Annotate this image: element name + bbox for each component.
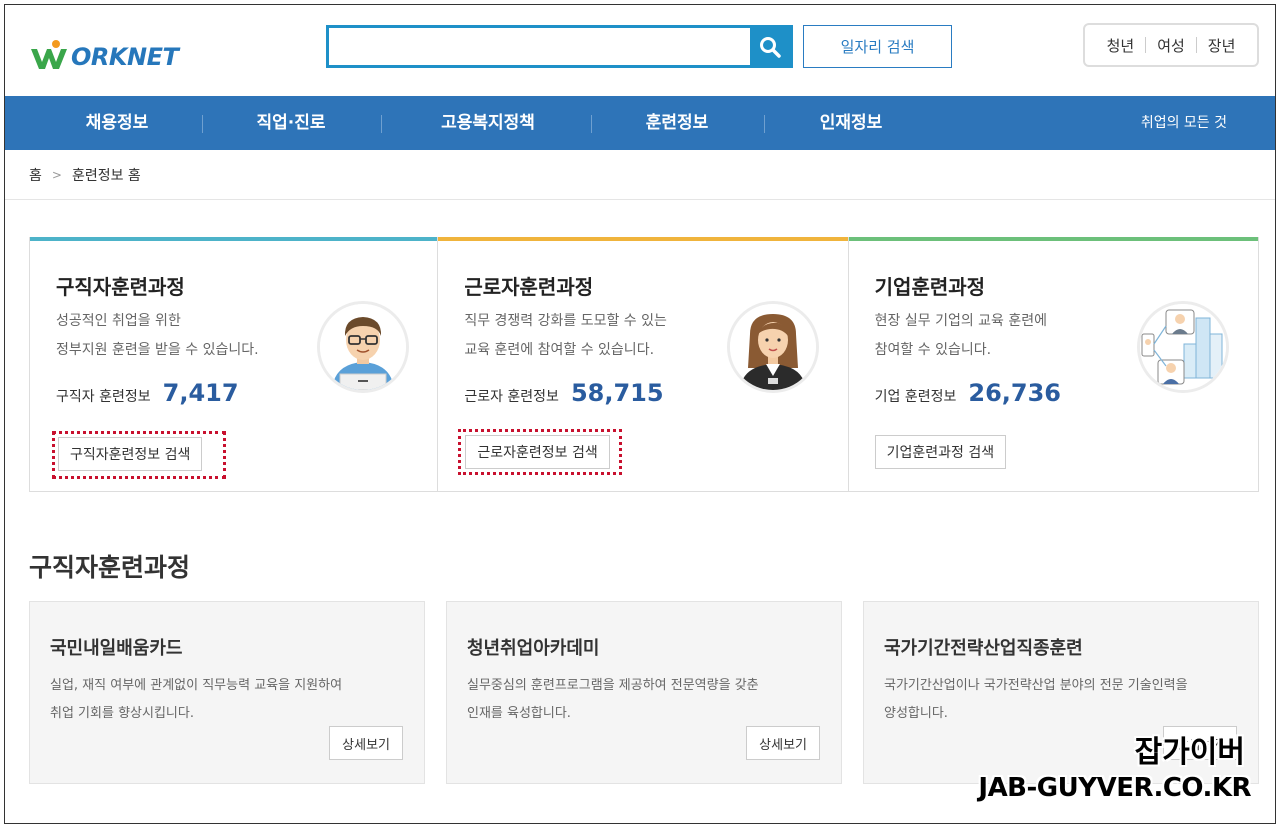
breadcrumb-current: 훈련정보 홈 <box>71 168 141 184</box>
logo-w-icon <box>29 39 69 71</box>
count-label: 구직자 훈련정보 <box>56 389 151 405</box>
page-frame: ORKNET 일자리 검색 청년 여성 장년 채용정보 직업·진로 고용복지정책… <box>4 4 1276 824</box>
job-seeker-avatar <box>317 301 409 393</box>
worknet-logo[interactable]: ORKNET <box>29 31 179 71</box>
count-label: 근로자 훈련정보 <box>464 389 559 405</box>
divider <box>5 199 1275 200</box>
card-description: 직무 경쟁력 강화를 도모할 수 있는 교육 훈련에 참여할 수 있습니다. <box>464 307 764 365</box>
breadcrumb-home[interactable]: 홈 <box>29 165 42 185</box>
quick-link-senior[interactable]: 장년 <box>1208 35 1236 56</box>
card-desc-line: 성공적인 취업을 위한 <box>56 313 181 329</box>
card-count: 근로자 훈련정보 58,715 <box>464 379 663 407</box>
quick-link-women[interactable]: 여성 <box>1157 35 1185 56</box>
nav-divider <box>202 115 203 133</box>
card-description: 성공적인 취업을 위한 정부지원 훈련을 받을 수 있습니다. <box>56 307 316 365</box>
quick-link-youth[interactable]: 청년 <box>1107 35 1135 56</box>
count-label: 기업 훈련정보 <box>874 389 957 405</box>
details-button[interactable]: 상세보기 <box>329 726 403 760</box>
job-seeker-search-button[interactable]: 구직자훈련정보 검색 <box>58 437 203 471</box>
card-accent-bar <box>438 237 848 241</box>
program-desc-line: 양성합니다. <box>884 706 948 721</box>
program-desc-line: 실무중심의 훈련프로그램을 제공하여 전문역량을 갖춘 <box>467 678 759 693</box>
count-value: 58,715 <box>570 379 664 407</box>
company-avatar <box>1136 301 1229 393</box>
card-accent-bar <box>30 237 438 241</box>
card-desc-line: 정부지원 훈련을 받을 수 있습니다. <box>56 342 259 358</box>
search-input[interactable] <box>329 28 750 65</box>
card-title: 기업훈련과정 <box>874 275 986 299</box>
search-icon <box>760 36 781 58</box>
nav-item-jobs[interactable]: 채용정보 <box>57 96 177 150</box>
program-title: 청년취업아카데미 <box>467 638 600 659</box>
program-description: 실무중심의 훈련프로그램을 제공하여 전문역량을 갖춘 인재를 육성합니다. <box>467 672 827 728</box>
watermark-brand: 잡가이버 <box>1134 735 1245 770</box>
company-search-button[interactable]: 기업훈련과정 검색 <box>874 435 1007 469</box>
card-desc-line: 참여할 수 있습니다. <box>874 342 992 358</box>
search-button[interactable] <box>750 28 790 65</box>
card-count: 구직자 훈련정보 7,417 <box>56 379 239 407</box>
card-desc-line: 현장 실무 기업의 교육 훈련에 <box>874 313 1048 329</box>
details-button[interactable]: 상세보기 <box>746 726 820 760</box>
nav-item-welfare[interactable]: 고용복지정책 <box>413 96 563 150</box>
card-count: 기업 훈련정보 26,736 <box>875 379 1061 407</box>
watermark-url: JAB-GUYVER.CO.KR <box>978 773 1251 803</box>
divider <box>1195 37 1197 53</box>
worker-search-button[interactable]: 근로자훈련정보 검색 <box>465 435 610 469</box>
nav-item-training[interactable]: 훈련정보 <box>617 96 737 150</box>
job-search-button[interactable]: 일자리 검색 <box>803 25 952 68</box>
logo-text: ORKNET <box>71 43 179 71</box>
program-card-youth-academy: 청년취업아카데미 실무중심의 훈련프로그램을 제공하여 전문역량을 갖춘 인재를… <box>446 601 842 784</box>
nav-divider <box>591 115 592 133</box>
card-company: 기업훈련과정 현장 실무 기업의 교육 훈련에 참여할 수 있습니다. 기업 훈… <box>848 237 1258 491</box>
program-desc-line: 인재를 육성합니다. <box>467 706 571 721</box>
card-description: 현장 실무 기업의 교육 훈련에 참여할 수 있습니다. <box>875 307 1135 365</box>
nav-divider <box>381 115 382 133</box>
search-box <box>326 25 793 68</box>
quick-links: 청년 여성 장년 <box>1083 23 1259 67</box>
program-description: 국가기간산업이나 국가전략산업 분야의 전문 기술인력을 양성합니다. <box>884 672 1244 728</box>
nav-item-talent[interactable]: 인재정보 <box>791 96 911 150</box>
count-value: 26,736 <box>968 379 1062 407</box>
nav-divider <box>764 115 765 133</box>
breadcrumb: 홈 > 훈련정보 홈 <box>29 165 141 185</box>
card-worker: 근로자훈련과정 직무 경쟁력 강화를 도모할 수 있는 교육 훈련에 참여할 수… <box>438 237 849 491</box>
divider <box>1145 37 1147 53</box>
program-desc-line: 국가기간산업이나 국가전략산업 분야의 전문 기술인력을 <box>884 678 1188 693</box>
section-title: 구직자훈련과정 <box>29 553 191 582</box>
worker-avatar <box>727 301 820 393</box>
card-accent-bar <box>848 237 1258 241</box>
chevron-right-icon: > <box>51 168 62 182</box>
card-title: 구직자훈련과정 <box>56 275 185 299</box>
card-job-seeker: 구직자훈련과정 성공적인 취업을 위한 정부지원 훈련을 받을 수 있습니다. … <box>30 237 439 491</box>
program-title: 국가기간전략산업직종훈련 <box>884 638 1083 659</box>
program-description: 실업, 재직 여부에 관계없이 직무능력 교육을 지원하여 취업 기회를 향상시… <box>50 672 410 728</box>
program-card-tomorrow-card: 국민내일배움카드 실업, 재직 여부에 관계없이 직무능력 교육을 지원하여 취… <box>29 601 425 784</box>
main-nav: 채용정보 직업·진로 고용복지정책 훈련정보 인재정보 취업의 모든 것 <box>5 96 1275 150</box>
card-desc-line: 직무 경쟁력 강화를 도모할 수 있는 <box>464 313 667 329</box>
program-desc-line: 취업 기회를 향상시킵니다. <box>50 706 194 721</box>
nav-item-career[interactable]: 직업·진로 <box>231 96 351 150</box>
count-value: 7,417 <box>162 379 239 407</box>
program-desc-line: 실업, 재직 여부에 관계없이 직무능력 교육을 지원하여 <box>50 678 343 693</box>
nav-all-about-jobs[interactable]: 취업의 모든 것 <box>1141 96 1227 150</box>
card-desc-line: 교육 훈련에 참여할 수 있습니다. <box>464 342 655 358</box>
training-cards: 구직자훈련과정 성공적인 취업을 위한 정부지원 훈련을 받을 수 있습니다. … <box>29 237 1259 492</box>
card-title: 근로자훈련과정 <box>464 275 594 299</box>
program-title: 국민내일배움카드 <box>50 638 183 659</box>
